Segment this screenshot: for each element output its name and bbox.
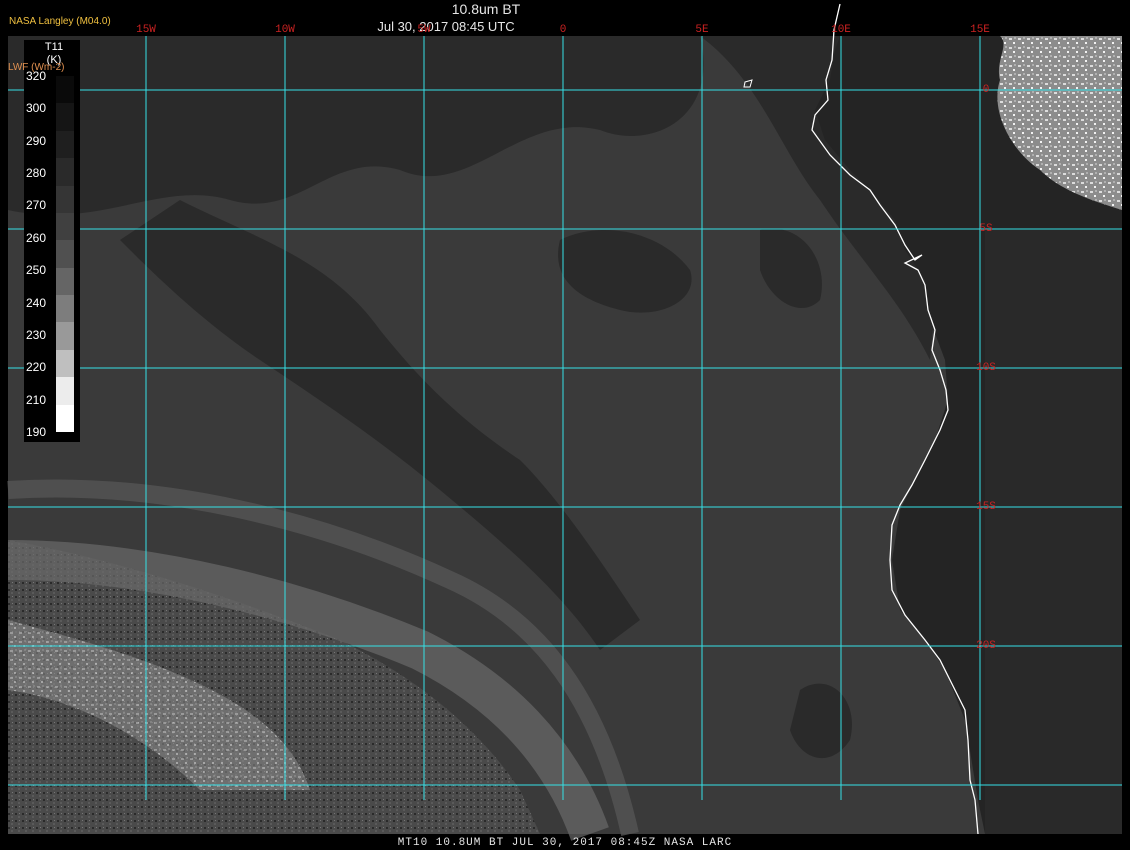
latitude-label: 10S xyxy=(976,362,996,374)
footer-caption: MT10 10.8UM BT JUL 30, 2017 08:45Z NASA … xyxy=(397,837,733,849)
color-scale-tick-label: 240 xyxy=(26,295,47,310)
longitude-label: 5E xyxy=(695,24,709,36)
latitude-label: 5S xyxy=(979,223,993,235)
lwf-label: LWF (Wm-2) xyxy=(8,62,65,73)
color-scale-swatch xyxy=(56,103,74,132)
latitude-label: 15S xyxy=(976,501,996,513)
color-scale-tick-label: 290 xyxy=(26,133,47,148)
longitude-label: 10E xyxy=(831,24,851,36)
color-scale-title: T11 xyxy=(44,41,64,53)
longitude-label: 15E xyxy=(970,24,990,36)
longitude-label: 10W xyxy=(275,24,295,36)
color-scale-swatch xyxy=(56,404,74,433)
color-scale-swatch xyxy=(56,76,74,104)
organization-label: NASA Langley (M04.0) xyxy=(9,16,111,27)
color-scale-tick-label: 190 xyxy=(26,425,47,439)
latitude-label: 20S xyxy=(976,640,996,652)
longitude-label: 5W xyxy=(417,24,431,36)
color-scale-tick-label: 300 xyxy=(26,101,47,116)
color-scale-tick-label: 270 xyxy=(26,198,47,213)
color-scale-swatch xyxy=(56,130,74,159)
color-scale-tick-label: 260 xyxy=(26,230,47,245)
color-scale-bar: T11 (K) 320 300 290 280 270 260 250 240 230 220 21… xyxy=(24,40,80,442)
color-scale-swatch xyxy=(56,377,74,406)
color-scale-tick-label: 280 xyxy=(26,166,47,181)
color-scale-swatch xyxy=(56,158,74,187)
color-scale-swatch xyxy=(56,322,74,351)
color-scale-tick-label: 210 xyxy=(26,392,47,407)
color-scale-swatch xyxy=(56,349,74,378)
color-scale-tick-label: 220 xyxy=(26,360,47,375)
longitude-label: 15W xyxy=(136,24,156,36)
map-title: 10.8um BT xyxy=(451,1,521,17)
color-scale-swatch xyxy=(56,240,74,269)
color-scale-tick-label: 230 xyxy=(26,327,47,342)
color-scale-swatch xyxy=(56,212,74,241)
color-scale-swatch xyxy=(56,295,74,323)
color-scale-tick-label: 250 xyxy=(26,263,47,278)
color-scale-swatch xyxy=(56,267,74,296)
map-datetime: Jul 30, 2017 08:45 UTC xyxy=(377,19,515,34)
longitude-label: 0 xyxy=(559,24,567,36)
color-scale-swatch xyxy=(56,185,74,214)
satellite-map xyxy=(7,3,1122,841)
latitude-label: 0 xyxy=(982,84,990,96)
